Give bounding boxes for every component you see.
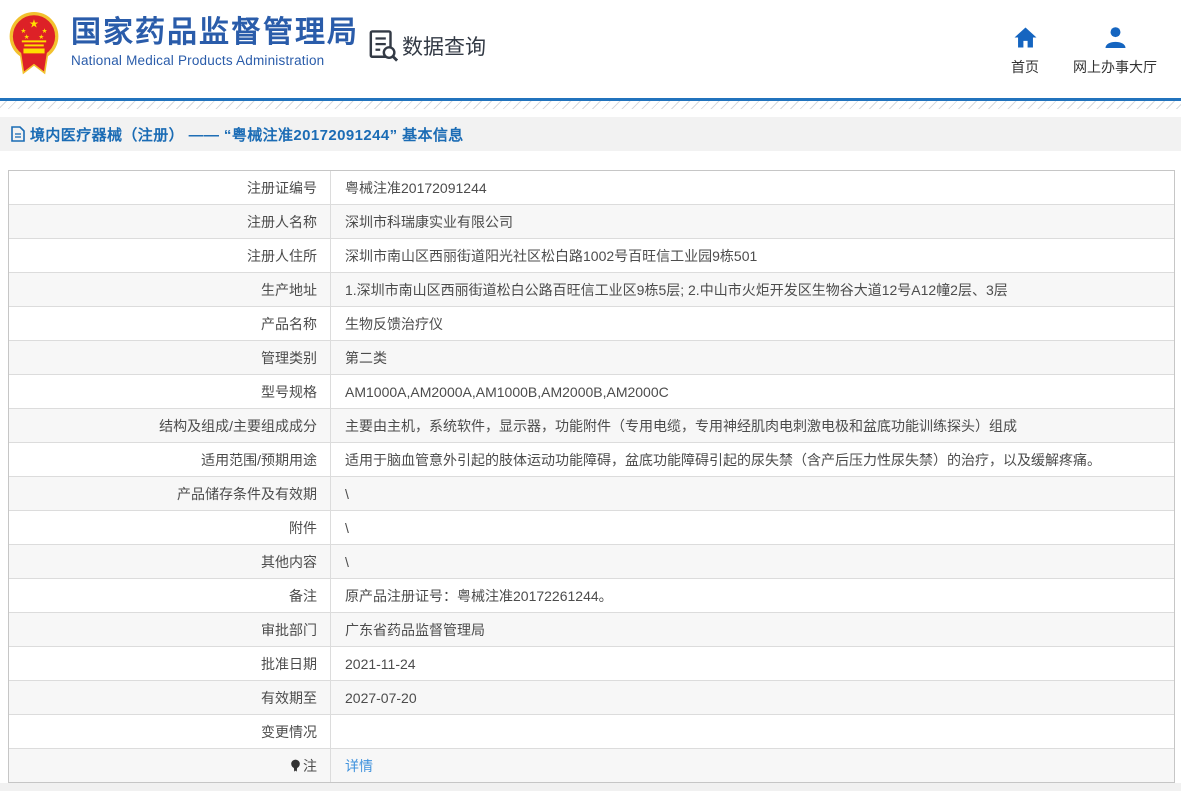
table-row: 备注 原产品注册证号：粤械注准20172261244。 (9, 579, 1174, 613)
row-label: 变更情况 (9, 715, 331, 748)
hatch-band (0, 101, 1181, 109)
row-label-text: 型号规格 (261, 383, 317, 400)
row-label-text: 审批部门 (261, 621, 317, 638)
row-value: 2021-11-24 (345, 655, 416, 672)
row-value: 详情 (331, 749, 1174, 782)
person-icon (1104, 27, 1127, 48)
row-value: \ (345, 553, 349, 570)
row-label-text: 适用范围/预期用途 (201, 451, 317, 468)
nav-online-hall[interactable]: 网上办事大厅 (1073, 27, 1157, 77)
page-title: 境内医疗器械（注册） —— “粤械注准20172091244” 基本信息 (30, 126, 464, 144)
table-row: 注册人住所 深圳市南山区西丽街道阳光社区松白路1002号百旺信工业园9栋501 (9, 239, 1174, 273)
table-row: 注册证编号 粤械注准20172091244 (9, 171, 1174, 205)
table-row: 有效期至 2027-07-20 (9, 681, 1174, 715)
table-row: 其他内容 \ (9, 545, 1174, 579)
row-label: 审批部门 (9, 613, 331, 646)
row-label: 结构及组成/主要组成成分 (9, 409, 331, 442)
row-value: 生物反馈治疗仪 (345, 315, 443, 332)
table-row: 型号规格 AM1000A,AM2000A,AM1000B,AM2000B,AM2… (9, 375, 1174, 409)
brand[interactable]: ★ ★ ★ ★ ★ 国家药品监督管理局 National Medical Pro… (8, 9, 359, 75)
table-row: 审批部门 广东省药品监督管理局 (9, 613, 1174, 647)
row-value: 主要由主机，系统软件，显示器，功能附件（专用电缆，专用神经肌肉电刺激电极和盆底功… (345, 417, 1017, 434)
row-label: 管理类别 (9, 341, 331, 374)
table-row: 适用范围/预期用途 适用于脑血管意外引起的肢体运动功能障碍，盆底功能障碍引起的尿… (9, 443, 1174, 477)
row-label-text: 生产地址 (261, 281, 317, 298)
row-value: 第二类 (345, 349, 387, 366)
row-label: 备注 (9, 579, 331, 612)
site-title: 国家药品监督管理局 (71, 16, 359, 49)
svg-text:★: ★ (29, 18, 39, 30)
row-label-text: 备注 (289, 587, 317, 604)
table-row: 注册人名称 深圳市科瑞康实业有限公司 (9, 205, 1174, 239)
svg-text:★: ★ (38, 34, 44, 41)
nav-home-label: 首页 (1011, 59, 1039, 75)
row-value: 原产品注册证号：粤械注准20172261244。 (345, 587, 613, 604)
table-row: 产品储存条件及有效期 \ (9, 477, 1174, 511)
row-label-text: 产品储存条件及有效期 (177, 485, 317, 502)
row-label: 产品储存条件及有效期 (9, 477, 331, 510)
top-nav: 首页 网上办事大厅 (1011, 27, 1157, 77)
nav-home[interactable]: 首页 (1011, 27, 1039, 77)
table-row: 注 详情 (9, 749, 1174, 782)
row-label-text: 注册证编号 (247, 179, 317, 196)
row-label: 其他内容 (9, 545, 331, 578)
document-icon (11, 126, 25, 142)
row-value: 深圳市科瑞康实业有限公司 (345, 213, 513, 230)
row-label-text: 注册人名称 (247, 213, 317, 230)
table-row: 批准日期 2021-11-24 (9, 647, 1174, 681)
row-label: 附件 (9, 511, 331, 544)
brand-text: 国家药品监督管理局 National Medical Products Admi… (71, 16, 359, 68)
row-value: 深圳市南山区西丽街道阳光社区松白路1002号百旺信工业园9栋501 (345, 247, 758, 264)
row-label-text: 有效期至 (261, 689, 317, 706)
row-value: 2027-07-20 (345, 689, 417, 706)
site-header: ★ ★ ★ ★ ★ 国家药品监督管理局 National Medical Pro… (0, 0, 1181, 98)
row-label: 批准日期 (9, 647, 331, 680)
footer-strip (0, 783, 1181, 791)
row-label: 生产地址 (9, 273, 331, 306)
page-title-bar: 境内医疗器械（注册） —— “粤械注准20172091244” 基本信息 (0, 117, 1181, 151)
row-label-text: 附件 (289, 519, 317, 536)
row-value: 广东省药品监督管理局 (345, 621, 485, 638)
table-row: 附件 \ (9, 511, 1174, 545)
info-table: 注册证编号 粤械注准20172091244 注册人名称 深圳市科瑞康实业有限公司… (8, 170, 1175, 783)
table-row: 结构及组成/主要组成成分 主要由主机，系统软件，显示器，功能附件（专用电缆，专用… (9, 409, 1174, 443)
table-row: 产品名称 生物反馈治疗仪 (9, 307, 1174, 341)
row-value: \ (345, 519, 349, 536)
bulb-icon (290, 759, 301, 773)
row-label-text: 变更情况 (261, 723, 317, 740)
svg-text:★: ★ (24, 34, 30, 41)
row-label-text: 批准日期 (261, 655, 317, 672)
table-row: 变更情况 (9, 715, 1174, 749)
row-value: 适用于脑血管意外引起的肢体运动功能障碍，盆底功能障碍引起的尿失禁（含产后压力性尿… (345, 451, 1101, 468)
row-label-text: 注 (303, 757, 317, 774)
nav-online-hall-label: 网上办事大厅 (1073, 59, 1157, 75)
row-label: 注册人名称 (9, 205, 331, 238)
table-row: 生产地址 1.深圳市南山区西丽街道松白公路百旺信工业区9栋5层; 2.中山市火炬… (9, 273, 1174, 307)
row-label-text: 注册人住所 (247, 247, 317, 264)
row-value: AM1000A,AM2000A,AM1000B,AM2000B,AM2000C (345, 383, 669, 400)
row-label: 注 (9, 749, 331, 782)
document-search-icon (368, 29, 399, 62)
row-label-text: 产品名称 (261, 315, 317, 332)
row-label-text: 结构及组成/主要组成成分 (159, 417, 317, 434)
row-label: 产品名称 (9, 307, 331, 340)
data-query-label: 数据查询 (402, 35, 486, 59)
row-label-text: 其他内容 (261, 553, 317, 570)
row-value: 粤械注准20172091244 (345, 179, 487, 196)
row-label: 有效期至 (9, 681, 331, 714)
row-label: 适用范围/预期用途 (9, 443, 331, 476)
details-link[interactable]: 详情 (345, 756, 373, 776)
row-label: 注册证编号 (9, 171, 331, 204)
table-row: 管理类别 第二类 (9, 341, 1174, 375)
national-emblem-logo: ★ ★ ★ ★ ★ (8, 9, 60, 75)
row-label: 型号规格 (9, 375, 331, 408)
row-value: \ (345, 485, 349, 502)
row-label-text: 管理类别 (261, 349, 317, 366)
data-query-section[interactable]: 数据查询 (368, 29, 486, 62)
row-label: 注册人住所 (9, 239, 331, 272)
home-icon (1014, 27, 1037, 48)
site-subtitle: National Medical Products Administration (71, 53, 325, 68)
row-value (331, 715, 1174, 748)
row-value: 1.深圳市南山区西丽街道松白公路百旺信工业区9栋5层; 2.中山市火炬开发区生物… (345, 281, 1008, 298)
